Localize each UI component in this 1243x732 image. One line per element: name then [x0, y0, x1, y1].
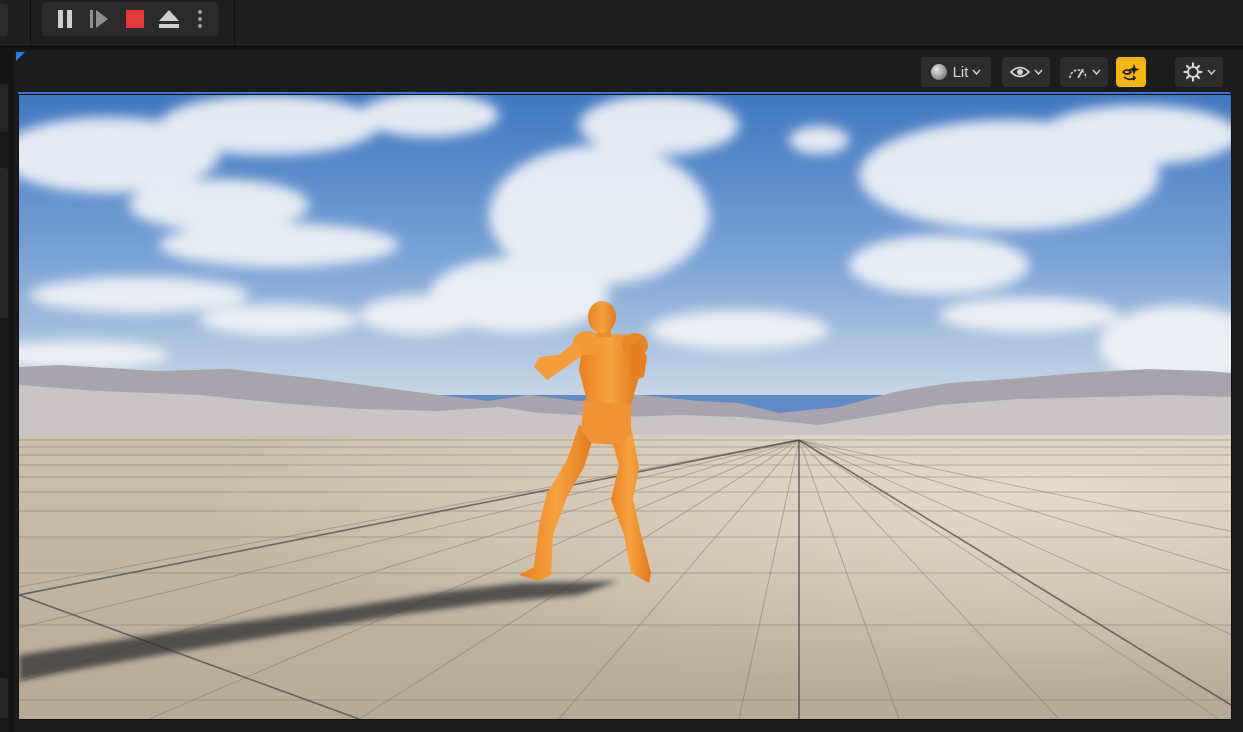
stop-button[interactable]	[118, 2, 152, 36]
view-mode-button[interactable]: Lit	[921, 57, 991, 87]
pause-icon	[58, 10, 72, 28]
chevron-down-icon	[1091, 69, 1101, 75]
chevron-down-icon	[972, 69, 981, 75]
vertical-ellipsis-icon	[198, 10, 202, 28]
performance-button[interactable]	[1060, 57, 1108, 87]
chevron-down-icon	[1033, 69, 1043, 75]
frame-advance-icon	[90, 10, 108, 28]
eject-button[interactable]	[152, 2, 186, 36]
panel-tab	[0, 84, 8, 132]
more-options-button[interactable]	[186, 2, 214, 36]
chevron-down-icon	[1206, 69, 1216, 75]
left-panel-edge	[0, 82, 10, 732]
toolbar-stub	[0, 4, 8, 36]
gauge-icon	[1068, 68, 1087, 79]
panel-tab	[0, 168, 8, 318]
realtime-toggle-button[interactable]	[1116, 57, 1146, 87]
show-flags-button[interactable]	[1002, 57, 1050, 87]
eye-icon	[1009, 66, 1030, 78]
toolbar-divider	[234, 0, 235, 46]
editor-window: Lit	[0, 0, 1243, 732]
play-controls-group	[42, 2, 218, 36]
play-toolbar	[0, 0, 1243, 47]
stop-icon	[126, 10, 144, 28]
frame-advance-button[interactable]	[82, 2, 116, 36]
viewport-scene	[19, 95, 1231, 719]
lit-sphere-icon	[930, 64, 947, 80]
realtime-sparkle-icon	[1121, 64, 1140, 81]
eject-icon	[159, 10, 179, 28]
viewport-settings-button[interactable]	[1175, 57, 1223, 87]
panel-tab	[0, 678, 8, 718]
viewport-active-corner	[16, 52, 25, 61]
level-viewport[interactable]	[18, 94, 1232, 720]
pause-button[interactable]	[48, 2, 82, 36]
gear-icon	[1182, 62, 1203, 82]
toolbar-divider	[30, 0, 31, 46]
view-mode-label: Lit	[952, 63, 969, 81]
